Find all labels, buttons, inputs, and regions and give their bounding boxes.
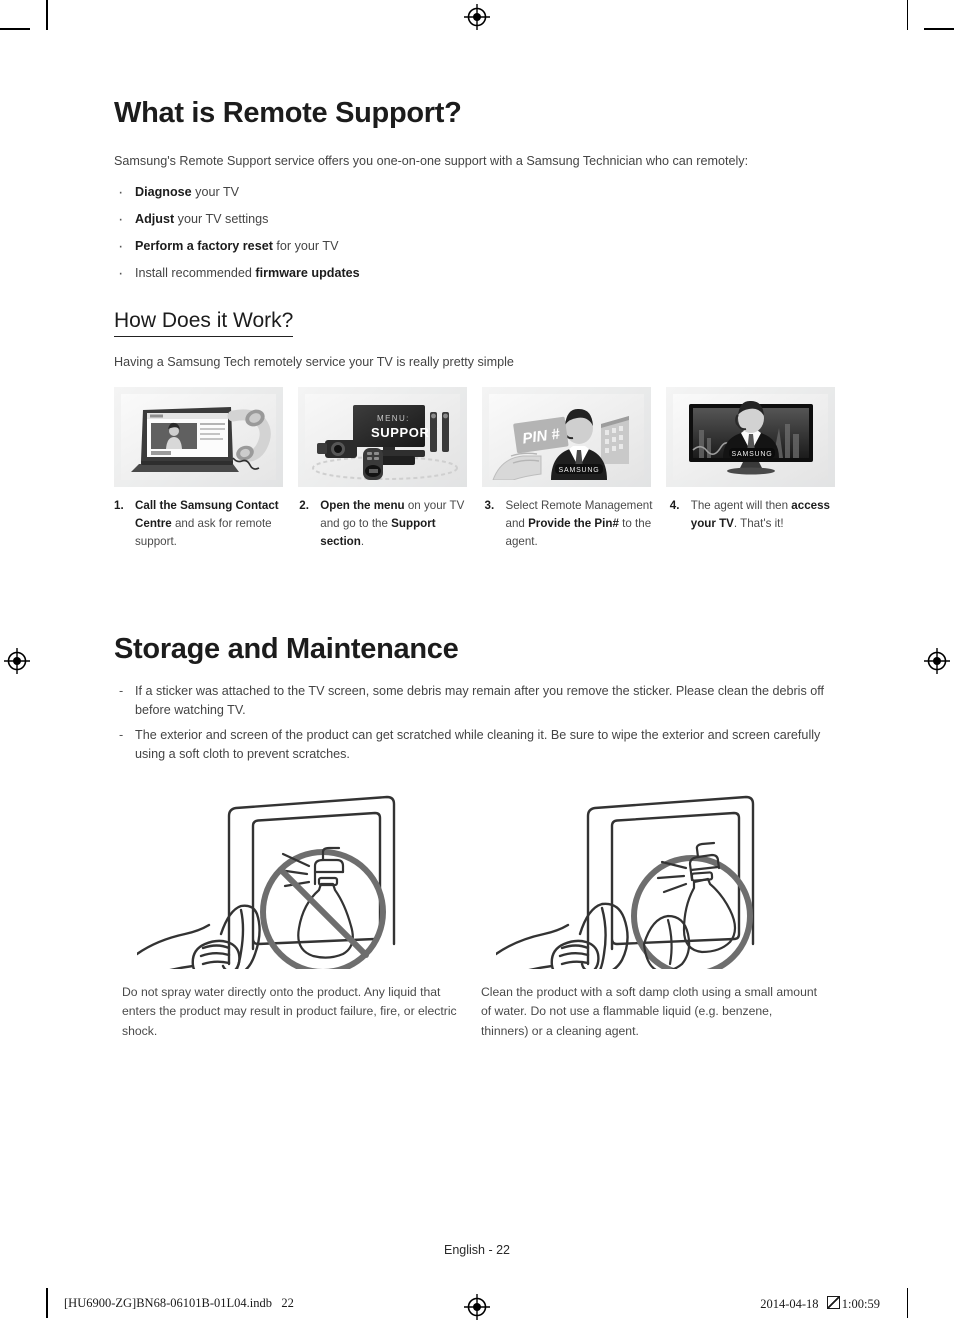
tv-menu-support-icon: MENU: SUPPORT	[305, 394, 460, 481]
spray-on-cloth-icon	[481, 794, 840, 969]
maintenance-caption-right: Clean the product with a soft damp cloth…	[481, 984, 818, 1038]
tv-menu-line2: SUPPORT	[371, 425, 438, 440]
bullet-bold-lead: Perform a factory reset	[135, 239, 273, 254]
pin-card-agent-icon: SAMSUNG PIN #	[489, 394, 644, 481]
step-plain-part: The agent will then	[690, 499, 792, 513]
step-image-row: MENU: SUPPORT SAMSUNG PIN # SAMSUNG	[114, 387, 840, 488]
crop-mark-top-right	[906, 0, 908, 30]
step-number: 4.	[669, 499, 680, 513]
step-bold-part: Open the menu	[320, 499, 405, 513]
registration-mark-bottom	[464, 1294, 490, 1320]
bullet-bold-lead: Adjust	[135, 212, 175, 227]
step-plain-part-2: .	[360, 535, 365, 549]
print-time: 1:00:59	[841, 1297, 880, 1311]
step-caption-4: 4. The agent will then access your TV. T…	[670, 497, 840, 551]
storage-bullet-list: If a sticker was attached to the TV scre…	[114, 682, 840, 764]
step-panel-1	[114, 387, 283, 488]
crop-mark-top-left	[46, 0, 48, 30]
page-number-footer: English - 22	[443, 1243, 510, 1257]
bullet-rest: your TV settings	[174, 212, 269, 227]
step-number: 2.	[299, 499, 309, 513]
maintenance-illustration-row	[122, 794, 840, 969]
step-caption-1: 1. Call the Samsung Contact Centre and a…	[114, 497, 284, 551]
tv-agent-icon: SAMSUNG	[673, 394, 828, 481]
step-panel-4: SAMSUNG	[666, 387, 835, 488]
illustration-cell-left	[122, 794, 481, 969]
how-does-it-work-intro: Having a Samsung Tech remotely service y…	[114, 355, 514, 370]
list-item: Install recommended firmware updates	[114, 263, 840, 285]
step-caption-3: 3. Select Remote Management and Provide …	[485, 497, 655, 551]
tv-menu-line1: MENU:	[377, 414, 410, 423]
bullet-plain-lead: Install recommended	[135, 266, 256, 281]
section-heading-how-does-it-work: How Does it Work?	[114, 308, 294, 338]
registration-mark-top	[464, 4, 490, 30]
slug-rule-left	[46, 1288, 48, 1318]
maintenance-caption-left: Do not spray water directly onto the pro…	[122, 984, 457, 1038]
crop-mark-left-top	[0, 28, 30, 30]
page-content: What is Remote Support? Samsung's Remote…	[114, 97, 840, 1042]
missing-glyph-box-icon	[826, 1296, 840, 1309]
bullet-bold-tail: firmware updates	[255, 266, 360, 281]
bullet-rest: for your TV	[272, 239, 339, 254]
illustration-cell-right	[481, 794, 840, 969]
step-caption-2: 2. Open the menu on your TV and go to th…	[299, 497, 469, 551]
step-panel-3: SAMSUNG PIN #	[482, 387, 651, 488]
bullet-rest: your TV	[191, 185, 240, 200]
list-item: The exterior and screen of the product c…	[114, 726, 840, 764]
crop-mark-right-top	[924, 28, 954, 30]
list-item: If a sticker was attached to the TV scre…	[114, 682, 840, 720]
page-title-storage-maintenance: Storage and Maintenance	[114, 633, 459, 666]
no-spray-on-tv-icon	[122, 794, 481, 969]
registration-mark-left	[4, 648, 30, 674]
remote-support-intro: Samsung's Remote Support service offers …	[114, 153, 749, 168]
page-title-remote-support: What is Remote Support?	[114, 97, 462, 129]
step-panel-2: MENU: SUPPORT	[298, 387, 467, 488]
maintenance-caption-row: Do not spray water directly onto the pro…	[122, 983, 840, 1042]
registration-mark-right	[924, 648, 950, 674]
list-item: Perform a factory reset for your TV	[114, 236, 840, 258]
list-item: Diagnose your TV	[114, 182, 840, 204]
list-item: Adjust your TV settings	[114, 209, 840, 231]
tv-agent-brand-label: SAMSUNG	[732, 451, 773, 458]
print-slug-timestamp: 2014-04-18 1:00:59	[760, 1296, 880, 1312]
print-date: 2014-04-18	[760, 1297, 819, 1311]
step-caption-row: 1. Call the Samsung Contact Centre and a…	[114, 497, 840, 551]
how-does-it-work-heading-wrap: How Does it Work?	[114, 308, 840, 341]
agent-brand-label: SAMSUNG	[559, 467, 600, 474]
bullet-bold-lead: Diagnose	[135, 185, 192, 200]
remote-support-bullet-list: Diagnose your TV Adjust your TV settings…	[114, 182, 840, 285]
step-number: 3.	[484, 499, 495, 513]
laptop-phone-support-icon	[121, 394, 276, 481]
step-plain-part-2: . That's it!	[733, 517, 784, 531]
print-slug-filename: [HU6900-ZG]BN68-06101B-01L04.indb 22	[64, 1296, 294, 1310]
step-number: 1.	[114, 499, 124, 513]
slug-rule-right	[906, 1288, 908, 1318]
step-bold-part: Provide the Pin#	[528, 517, 619, 531]
